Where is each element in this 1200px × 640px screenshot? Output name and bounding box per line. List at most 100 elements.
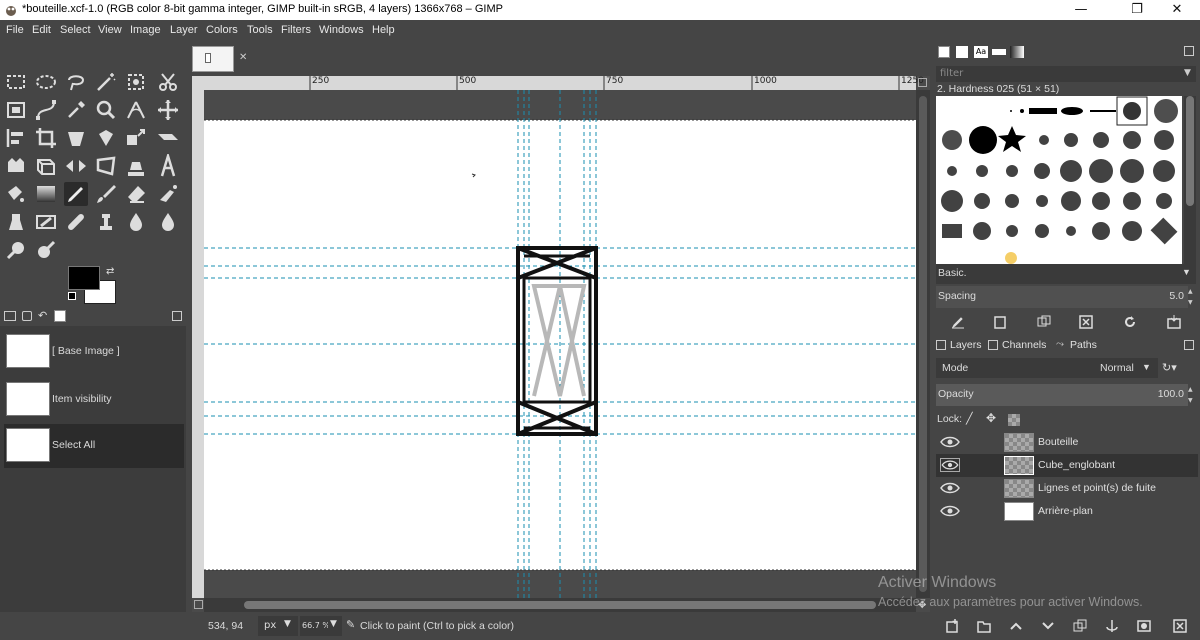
flip-icon[interactable] bbox=[64, 154, 88, 178]
move-icon[interactable] bbox=[156, 98, 180, 122]
gradients-tab-icon[interactable] bbox=[1010, 46, 1024, 58]
layer-row[interactable]: Lignes et point(s) de fuite bbox=[936, 477, 1198, 500]
duplicate-brush-icon[interactable] bbox=[1036, 314, 1052, 330]
lock-pixels-icon[interactable]: ╱ bbox=[966, 412, 973, 425]
chevron-down-icon[interactable]: ▼ bbox=[1184, 68, 1191, 78]
horizontal-scrollbar-thumb[interactable] bbox=[244, 601, 876, 609]
spacing-slider[interactable]: Spacing 5.0 bbox=[936, 286, 1188, 308]
scissors-select-icon[interactable] bbox=[156, 70, 180, 94]
tab-layers[interactable]: Layers bbox=[934, 338, 984, 354]
bucket-fill-icon[interactable] bbox=[124, 154, 148, 178]
cage-transform-icon[interactable] bbox=[94, 154, 118, 178]
swap-colors-icon[interactable]: ⇄ bbox=[106, 266, 114, 277]
menu-filters[interactable]: Filters bbox=[281, 24, 311, 36]
configure-tab-icon[interactable] bbox=[1184, 46, 1194, 56]
new-brush-icon[interactable] bbox=[992, 314, 1008, 330]
layer-row[interactable]: Bouteille bbox=[936, 431, 1198, 454]
history-item-selected[interactable]: Select All bbox=[4, 424, 184, 468]
zoom-selector[interactable]: 66.7 % ▼ bbox=[300, 616, 342, 636]
brush-grid[interactable] bbox=[936, 96, 1182, 264]
smudge-icon[interactable] bbox=[124, 210, 148, 234]
gradient-fill-icon[interactable] bbox=[4, 182, 28, 206]
vertical-ruler[interactable] bbox=[192, 90, 204, 598]
text-icon[interactable] bbox=[156, 151, 180, 178]
clone-icon[interactable] bbox=[94, 210, 118, 234]
color-picker-icon[interactable] bbox=[64, 98, 88, 122]
brush-filter-input[interactable]: filter bbox=[936, 66, 1196, 82]
opacity-spin-arrows[interactable]: ▲ ▼ bbox=[1188, 384, 1196, 406]
perspective-icon[interactable] bbox=[34, 154, 58, 178]
warp-transform-icon[interactable] bbox=[4, 154, 28, 178]
refresh-brushes-icon[interactable] bbox=[1122, 314, 1138, 330]
layer-mask-icon[interactable] bbox=[1136, 618, 1152, 634]
layer-row[interactable]: Arrière-plan bbox=[936, 500, 1198, 523]
layer-row-selected[interactable]: Cube_englobant bbox=[936, 454, 1198, 477]
new-layer-icon[interactable] bbox=[944, 618, 960, 634]
menu-file[interactable]: File bbox=[6, 24, 24, 36]
close-button[interactable]: ✕ bbox=[1154, 0, 1200, 20]
eye-icon[interactable] bbox=[940, 435, 960, 449]
menu-layer[interactable]: Layer bbox=[170, 24, 198, 36]
new-layer-group-icon[interactable] bbox=[976, 618, 992, 634]
heal-icon[interactable] bbox=[64, 210, 88, 234]
lasso-select-icon[interactable] bbox=[64, 70, 88, 94]
foreground-color-swatch[interactable] bbox=[68, 266, 100, 290]
color-select-icon[interactable] bbox=[124, 70, 148, 94]
paintbrush-icon[interactable] bbox=[94, 182, 118, 206]
eye-icon[interactable] bbox=[940, 481, 960, 495]
scrollbar-thumb[interactable] bbox=[1186, 96, 1194, 206]
crop-icon[interactable] bbox=[34, 126, 58, 150]
mypaint-brush-icon[interactable] bbox=[34, 210, 58, 234]
eye-icon[interactable] bbox=[940, 504, 960, 518]
default-colors-icon[interactable] bbox=[68, 292, 76, 300]
images-tab-icon[interactable] bbox=[54, 310, 66, 322]
brush-grid-scrollbar[interactable] bbox=[1184, 96, 1196, 264]
fonts-tab-icon[interactable]: Aa bbox=[974, 46, 988, 58]
spacing-spin-arrows[interactable]: ▲ ▼ bbox=[1188, 286, 1196, 308]
menu-image[interactable]: Image bbox=[130, 24, 161, 36]
ellipse-select-icon[interactable] bbox=[34, 70, 58, 94]
blur-icon[interactable] bbox=[156, 210, 180, 234]
rotate-icon[interactable] bbox=[94, 126, 118, 150]
menu-view[interactable]: View bbox=[98, 24, 122, 36]
tab-paths[interactable]: ⤳ Paths bbox=[1056, 338, 1116, 354]
brush-preset-select[interactable]: Basic. ▼ bbox=[936, 264, 1196, 284]
blend-icon[interactable] bbox=[34, 182, 58, 206]
layer-mode-select[interactable]: Mode Normal ▼ bbox=[936, 358, 1158, 378]
layer-mode-switch-icon[interactable]: ↻▾ bbox=[1162, 361, 1177, 374]
pencil-icon[interactable] bbox=[64, 182, 88, 206]
zoom-follow-icon[interactable] bbox=[918, 78, 927, 87]
minimize-button[interactable]: — bbox=[1058, 0, 1104, 20]
device-status-tab-icon[interactable] bbox=[22, 311, 32, 321]
menu-windows[interactable]: Windows bbox=[319, 24, 364, 36]
image-tab-close-icon[interactable]: ✕ bbox=[239, 52, 247, 63]
menu-tools[interactable]: Tools bbox=[247, 24, 273, 36]
menu-colors[interactable]: Colors bbox=[206, 24, 238, 36]
edit-brush-icon[interactable] bbox=[950, 314, 966, 330]
zoom-icon[interactable] bbox=[94, 98, 118, 122]
sharpen-icon[interactable] bbox=[34, 238, 58, 262]
horizontal-ruler[interactable]: 250 500 750 1000 1250 bbox=[204, 76, 924, 90]
vertical-scrollbar[interactable] bbox=[916, 90, 930, 598]
airbrush-icon[interactable] bbox=[156, 182, 180, 206]
history-item[interactable]: Item visibility bbox=[4, 378, 184, 422]
eraser-icon[interactable] bbox=[124, 182, 148, 206]
quick-mask-toggle-icon[interactable] bbox=[194, 600, 203, 609]
delete-brush-icon[interactable] bbox=[1078, 314, 1094, 330]
horizontal-scrollbar[interactable] bbox=[204, 598, 916, 612]
paths-icon[interactable] bbox=[34, 98, 58, 122]
lock-alpha-icon[interactable] bbox=[1008, 414, 1020, 426]
duplicate-layer-icon[interactable] bbox=[1072, 618, 1088, 634]
undo-history-tab-icon[interactable]: ↶ bbox=[38, 309, 47, 322]
history-item[interactable]: [ Base Image ] bbox=[4, 330, 184, 374]
scale-icon[interactable] bbox=[124, 126, 148, 150]
menu-edit[interactable]: Edit bbox=[32, 24, 51, 36]
brushes-tab-icon[interactable] bbox=[938, 46, 950, 58]
menu-help[interactable]: Help bbox=[372, 24, 395, 36]
unified-transform-icon[interactable] bbox=[64, 126, 88, 150]
anchor-layer-icon[interactable] bbox=[1104, 618, 1120, 634]
configure-tab-icon[interactable] bbox=[1184, 340, 1194, 350]
dodge-burn-icon[interactable] bbox=[4, 238, 28, 262]
lower-layer-icon[interactable] bbox=[1040, 618, 1056, 634]
eye-icon[interactable] bbox=[940, 458, 960, 472]
